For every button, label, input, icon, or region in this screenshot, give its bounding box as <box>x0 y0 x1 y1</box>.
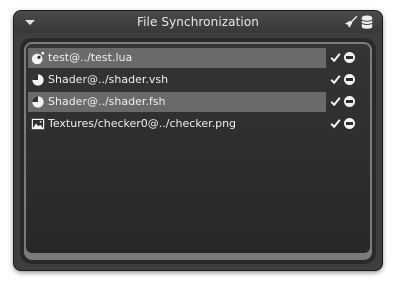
image-icon <box>31 118 45 130</box>
checkmark-icon[interactable] <box>330 52 341 63</box>
list-item[interactable]: Shader@../shader.vsh <box>26 70 370 90</box>
file-label: Shader@../shader.fsh <box>48 95 166 108</box>
lua-script-icon <box>31 51 45 65</box>
file-list-border: test@../test.lua Shader@../shader.vsh Sh… <box>24 42 372 260</box>
file-label: Textures/checker0@../checker.png <box>48 117 237 130</box>
shader-icon <box>32 74 44 86</box>
minus-circle-icon[interactable] <box>344 96 355 107</box>
minus-circle-icon[interactable] <box>344 52 355 63</box>
list-item[interactable]: test@../test.lua <box>26 48 370 68</box>
list-item[interactable]: Shader@../shader.fsh <box>26 92 370 112</box>
disk-icon[interactable] <box>361 15 373 29</box>
checkmark-icon[interactable] <box>330 118 341 129</box>
minus-circle-icon[interactable] <box>344 118 355 129</box>
checkmark-icon[interactable] <box>330 96 341 107</box>
window-title: File Synchronization <box>136 15 259 29</box>
title-bar: File Synchronization <box>14 11 382 33</box>
checkmark-icon[interactable] <box>330 74 341 85</box>
minus-circle-icon[interactable] <box>344 74 355 85</box>
file-sync-window: File Synchronization test@../test.lua Sh… <box>14 11 382 270</box>
file-list-frame: test@../test.lua Shader@../shader.vsh Sh… <box>20 38 376 264</box>
list-item[interactable]: Textures/checker0@../checker.png <box>26 114 370 134</box>
file-label: Shader@../shader.vsh <box>48 73 169 86</box>
shader-icon <box>32 96 44 108</box>
file-list[interactable]: test@../test.lua Shader@../shader.vsh Sh… <box>26 44 370 253</box>
file-label: test@../test.lua <box>48 51 133 64</box>
broom-icon[interactable] <box>344 15 358 29</box>
